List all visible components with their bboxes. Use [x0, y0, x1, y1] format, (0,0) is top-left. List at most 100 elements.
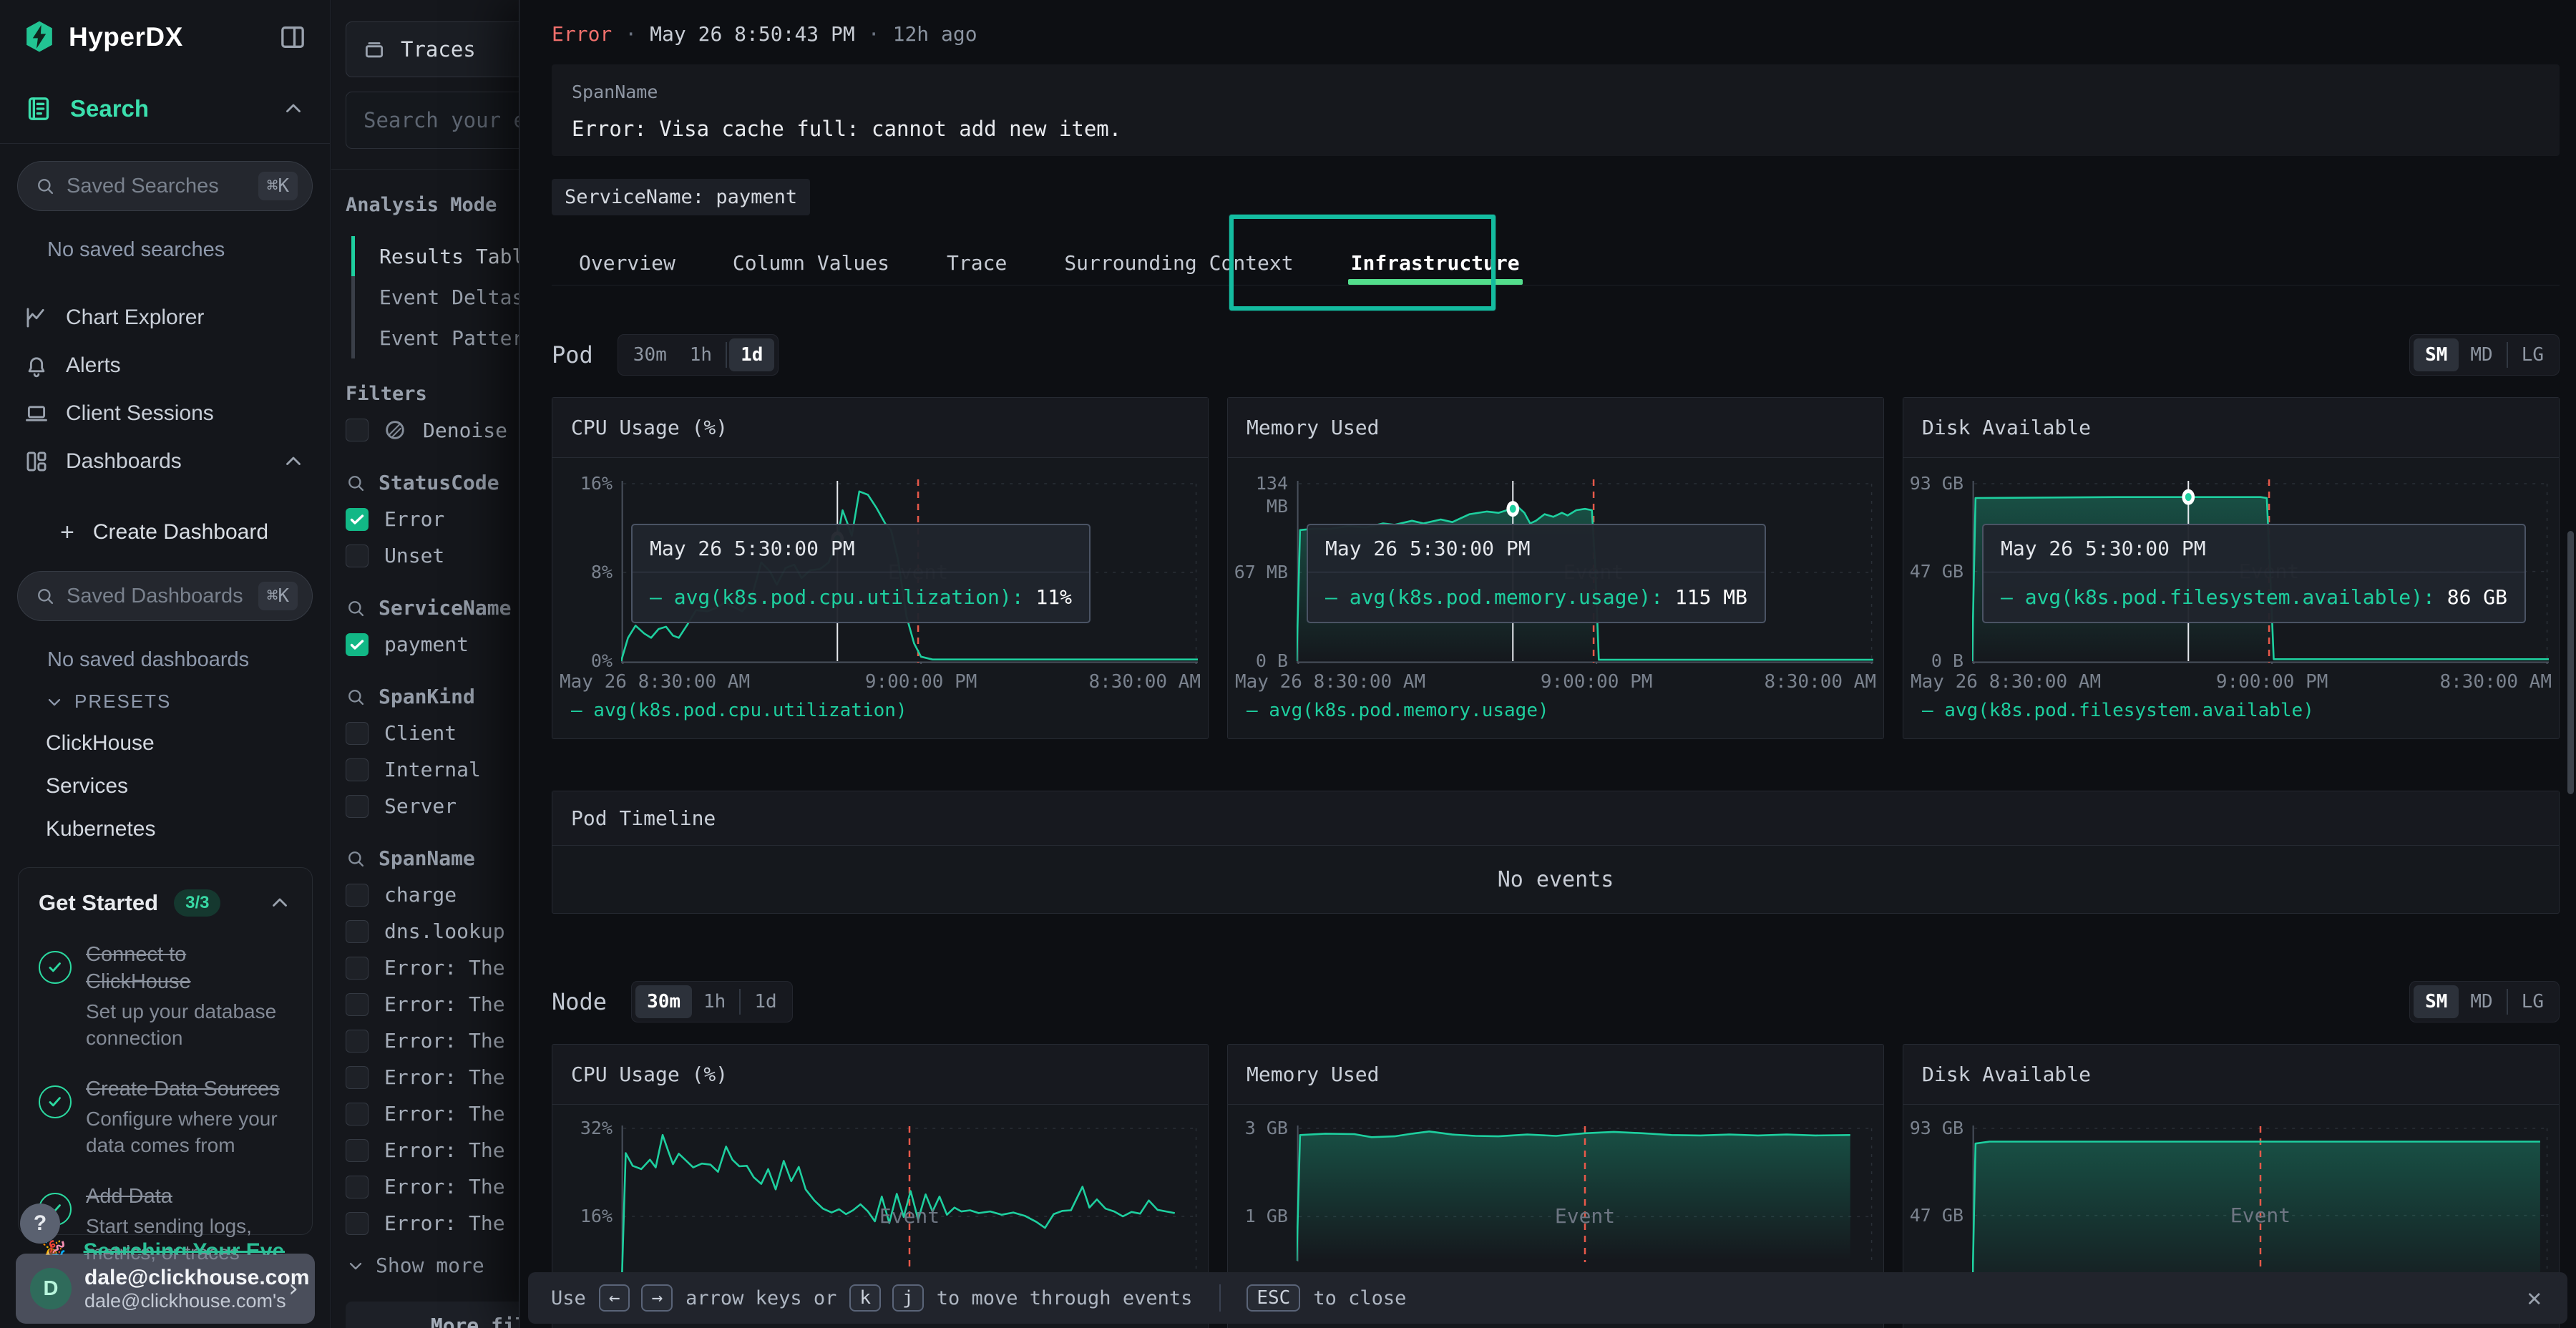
arrow-left-key[interactable]: ←	[599, 1284, 630, 1312]
chart-tooltip: May 26 5:30:00 PM— avg(k8s.pod.cpu.utili…	[631, 524, 1091, 623]
user-subtitle: dale@clickhouse.com's	[84, 1290, 286, 1312]
sidebar-item-search[interactable]: Search	[0, 74, 330, 143]
y-axis-tick-label: 32%	[552, 1117, 613, 1140]
denoise-checkbox[interactable]	[346, 419, 369, 441]
chevron-up-icon[interactable]	[281, 97, 306, 121]
pod-range-1h[interactable]: 1h	[678, 338, 723, 371]
sidebar-item-dashboards[interactable]: Dashboards	[0, 437, 330, 485]
pod-size-sm[interactable]: SM	[2414, 338, 2459, 371]
saved-dashboards-search[interactable]: ⌘K	[17, 571, 313, 621]
chevron-up-icon[interactable]	[268, 891, 292, 915]
pod-range-1d[interactable]: 1d	[729, 338, 774, 371]
user-email: dale@clickhouse.com	[84, 1266, 286, 1290]
filter-option-label: Client	[384, 721, 457, 745]
chevron-up-icon[interactable]	[281, 449, 306, 474]
arrow-right-key[interactable]: →	[641, 1284, 673, 1312]
preset-list: ClickHouse Services Kubernetes	[0, 731, 330, 841]
chart-plot[interactable]: EventMay 26 5:30:00 PM— avg(k8s.pod.file…	[1972, 478, 2549, 664]
drawer-scrollbar[interactable]	[2567, 531, 2574, 794]
filter-option-label: Error: The cr	[384, 992, 541, 1016]
tab-trace[interactable]: Trace	[941, 241, 1013, 285]
pod-size-md[interactable]: MD	[2459, 338, 2504, 371]
filter-checkbox[interactable]	[346, 993, 369, 1016]
filter-checkbox[interactable]	[346, 1103, 369, 1126]
k-key[interactable]: k	[849, 1284, 881, 1312]
j-key[interactable]: j	[892, 1284, 924, 1312]
laptop-icon	[24, 401, 49, 426]
presets-toggle[interactable]: PRESETS	[44, 690, 330, 713]
chart-line-icon	[24, 306, 49, 330]
tooltip-timestamp: May 26 5:30:00 PM	[1308, 525, 1765, 572]
x-axis-tick-label: 9:00:00 PM	[1541, 671, 1653, 693]
filter-checkbox[interactable]	[346, 1030, 369, 1053]
pod-timeline-title: Pod Timeline	[571, 806, 716, 830]
create-dashboard-button[interactable]: + Create Dashboard	[0, 511, 330, 554]
y-axis-tick-label: 16%	[552, 1205, 613, 1228]
node-size-md[interactable]: MD	[2459, 985, 2504, 1018]
y-axis-tick-label: 134 MB	[1228, 472, 1288, 518]
get-started-title: Get Started	[39, 890, 158, 916]
esc-key[interactable]: ESC	[1246, 1284, 1300, 1312]
saved-searches-input[interactable]	[67, 175, 258, 198]
pod-range-30m[interactable]: 30m	[622, 338, 678, 371]
node-range-1d[interactable]: 1d	[743, 985, 788, 1018]
close-icon[interactable]: ✕	[2527, 1284, 2542, 1312]
step-description: Set up your database connection	[86, 998, 292, 1051]
search-icon[interactable]	[346, 687, 366, 707]
node-range-group: 30m1h1d	[631, 981, 793, 1022]
step-description: Configure where your data comes from	[86, 1105, 292, 1158]
filter-option-label: Error: The cr	[384, 956, 541, 980]
filter-checkbox[interactable]	[346, 795, 369, 818]
node-size-lg[interactable]: LG	[2510, 985, 2555, 1018]
source-select-label: Traces	[401, 37, 476, 62]
tab-column-values[interactable]: Column Values	[727, 241, 895, 285]
collapse-panel-icon[interactable]	[278, 23, 307, 52]
search-icon[interactable]	[346, 849, 366, 869]
filter-checkbox[interactable]	[346, 957, 369, 980]
chart-plot[interactable]: EventMay 26 5:30:00 PM— avg(k8s.pod.cpu.…	[621, 478, 1198, 664]
x-axis-tick-label: May 26 8:30:00 AM	[1911, 671, 2101, 693]
filter-group-name: ServiceName	[379, 596, 511, 620]
node-section-header: Node 30m1h1d SMMDLG	[552, 977, 2560, 1027]
search-icon[interactable]	[346, 473, 366, 493]
node-range-30m[interactable]: 30m	[635, 985, 692, 1018]
filter-checkbox[interactable]	[346, 1066, 369, 1089]
service-name-chip[interactable]: ServiceName: payment	[552, 179, 810, 215]
pod-size-group: SMMDLG	[2409, 334, 2560, 376]
filter-option-label: Internal	[384, 758, 481, 781]
user-menu[interactable]: D dale@clickhouse.com dale@clickhouse.co…	[16, 1254, 315, 1324]
x-axis-tick-label: 8:30:00 AM	[1764, 671, 1876, 693]
sidebar-item-client-sessions[interactable]: Client Sessions	[0, 389, 330, 437]
filter-checkbox[interactable]	[346, 1176, 369, 1198]
filter-checkbox[interactable]	[346, 633, 369, 656]
saved-dashboards-input[interactable]	[67, 585, 258, 608]
sidebar-item-chart-explorer[interactable]: Chart Explorer	[0, 293, 330, 341]
partial-onboarding-item: 🎉 Searching Your Events	[42, 1239, 285, 1255]
filter-checkbox[interactable]	[346, 758, 369, 781]
search-section-icon	[24, 94, 53, 123]
severity-badge: Error	[552, 22, 612, 46]
event-marker-label: Event	[879, 1204, 940, 1228]
filter-checkbox[interactable]	[346, 1139, 369, 1162]
preset-item-services[interactable]: Services	[46, 774, 330, 799]
sidebar-item-alerts[interactable]: Alerts	[0, 341, 330, 389]
filter-checkbox[interactable]	[346, 545, 369, 567]
node-range-1h[interactable]: 1h	[692, 985, 737, 1018]
node-size-sm[interactable]: SM	[2414, 985, 2459, 1018]
help-button[interactable]: ?	[20, 1204, 60, 1244]
filter-checkbox[interactable]	[346, 1212, 369, 1235]
filter-checkbox[interactable]	[346, 884, 369, 907]
search-icon[interactable]	[346, 598, 366, 618]
preset-item-kubernetes[interactable]: Kubernetes	[46, 817, 330, 841]
filter-checkbox[interactable]	[346, 508, 369, 531]
pod-size-lg[interactable]: LG	[2510, 338, 2555, 371]
get-started-badge: 3/3	[174, 889, 220, 917]
chart-plot[interactable]: EventMay 26 5:30:00 PM— avg(k8s.pod.memo…	[1297, 478, 1873, 664]
tab-overview[interactable]: Overview	[573, 241, 681, 285]
search-icon	[35, 176, 55, 196]
tooltip-value: 11%	[1024, 585, 1072, 609]
filter-checkbox[interactable]	[346, 722, 369, 745]
filter-checkbox[interactable]	[346, 920, 369, 943]
saved-searches-search[interactable]: ⌘K	[17, 161, 313, 211]
preset-item-clickhouse[interactable]: ClickHouse	[46, 731, 330, 756]
